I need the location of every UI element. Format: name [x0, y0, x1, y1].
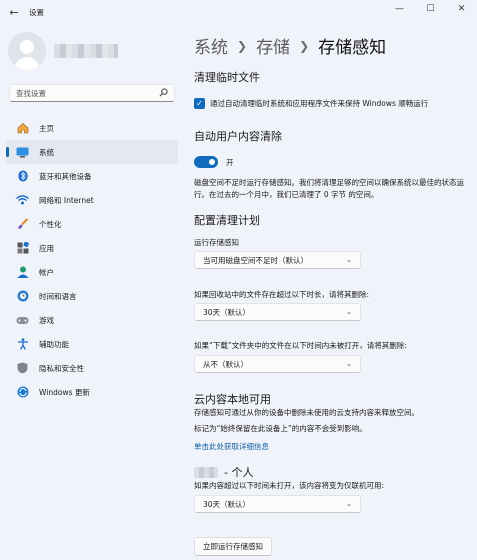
sidebar-item-privacy[interactable]: 隐私和安全性: [6, 356, 178, 380]
sidebar-item-windows-update[interactable]: Windows 更新: [6, 380, 178, 404]
sidebar-item-label: 个性化: [39, 219, 62, 229]
run-storage-sense-dropdown[interactable]: 当可用磁盘空间不足时（默认） ⌄: [194, 251, 361, 269]
accessibility-icon: [16, 338, 29, 351]
chevron-right-icon: ❯: [299, 38, 310, 53]
sidebar-item-accessibility[interactable]: 辅助功能: [6, 332, 178, 356]
back-button[interactable]: ←: [3, 2, 25, 22]
downloads-label: 如果“下载”文件夹中的文件在以下时间内未被打开，请将其删除:: [194, 341, 407, 350]
system-icon: [16, 146, 29, 159]
page-title: 存储感知: [318, 38, 387, 58]
sidebar-item-label: 系统: [39, 147, 54, 157]
home-icon: [16, 122, 29, 135]
dropdown-value: 从不（默认）: [203, 359, 248, 369]
app-title: 设置: [29, 7, 44, 17]
update-icon: [16, 386, 29, 399]
globe-clock-icon: [16, 290, 29, 303]
account-icon: [16, 266, 29, 279]
sidebar-item-label: 网络和 Internet: [39, 195, 94, 205]
shield-icon: [16, 362, 29, 375]
auto-cleanup-description: 磁盘空间不足时运行存储感知。我们将清理足够的空间以确保系统以最佳的状态运行。在过…: [194, 178, 464, 199]
temp-files-checkbox-row[interactable]: ✓ 通过自动清理临时系统和应用程序文件来保持 Windows 顺畅运行: [194, 98, 428, 109]
auto-cleanup-toggle[interactable]: [194, 156, 218, 168]
sidebar-item-label: 游戏: [39, 315, 54, 325]
main-content: 系统 ❯ 存储 ❯ 存储感知 清理临时文件 ✓ 通过自动清理临时系统和应用程序文…: [194, 0, 477, 560]
sidebar-item-home[interactable]: 主页: [6, 116, 178, 140]
sidebar-nav: 主页 系统 蓝牙和其他设备 网络和 Internet 个性化 应用 帐户 时间和…: [6, 116, 178, 404]
recycle-bin-label: 如果回收站中的文件存在超过以下时长，请将其删除:: [194, 290, 370, 299]
toggle-state-label: 开: [226, 157, 234, 167]
sidebar-item-label: 主页: [39, 123, 54, 133]
downloads-dropdown[interactable]: 从不（默认） ⌄: [194, 355, 361, 373]
sidebar-item-apps[interactable]: 应用: [6, 236, 178, 260]
auto-cleanup-toggle-row[interactable]: 开: [194, 156, 234, 168]
sidebar-item-label: 帐户: [39, 267, 54, 277]
sidebar-item-label: 辅助功能: [39, 339, 69, 349]
sidebar-item-bluetooth[interactable]: 蓝牙和其他设备: [6, 164, 178, 188]
sidebar-item-system[interactable]: 系统: [6, 140, 178, 164]
avatar: [8, 32, 46, 70]
temp-files-checkbox-label: 通过自动清理临时系统和应用程序文件来保持 Windows 顺畅运行: [210, 99, 429, 108]
chevron-down-icon: ⌄: [346, 500, 352, 508]
sidebar-item-label: 应用: [39, 243, 54, 253]
settings-search[interactable]: [9, 84, 175, 102]
auto-cleanup-heading: 自动用户内容清除: [194, 130, 282, 143]
gamepad-icon: [16, 314, 29, 327]
user-profile[interactable]: [8, 32, 118, 70]
temp-files-heading: 清理临时文件: [194, 71, 260, 84]
sidebar-item-network[interactable]: 网络和 Internet: [6, 188, 178, 212]
sidebar-item-accounts[interactable]: 帐户: [6, 260, 178, 284]
sidebar-item-personalization[interactable]: 个性化: [6, 212, 178, 236]
chevron-right-icon: ❯: [237, 38, 248, 53]
breadcrumb: 系统 ❯ 存储 ❯ 存储感知: [194, 33, 386, 58]
search-input[interactable]: [16, 88, 159, 98]
dropdown-value: 30天（默认）: [203, 307, 251, 317]
sidebar-item-label: 时间和语言: [39, 291, 77, 301]
run-storage-sense-label: 运行存储感知: [194, 238, 239, 247]
bluetooth-icon: [16, 170, 29, 183]
run-now-button[interactable]: 立即运行存储感知: [194, 537, 272, 556]
breadcrumb-system[interactable]: 系统: [194, 33, 228, 58]
back-arrow-icon: ←: [9, 5, 19, 19]
sidebar-item-label: 蓝牙和其他设备: [39, 171, 92, 181]
apps-icon: [16, 242, 29, 255]
chevron-down-icon: ⌄: [346, 360, 352, 368]
sidebar-item-time-language[interactable]: 时间和语言: [6, 284, 178, 308]
cloud-content-heading: 云内容本地可用: [194, 393, 271, 406]
schedule-heading: 配置清理计划: [194, 214, 260, 227]
temp-files-checkbox[interactable]: ✓: [194, 98, 205, 109]
cloud-account-suffix: - 个人: [224, 466, 254, 479]
cloud-account-heading: - 个人: [194, 464, 253, 480]
cloud-content-note: 标记为“始终保留在此设备上”的内容不会受到影响。: [194, 424, 367, 433]
cloud-account-dropdown[interactable]: 30天（默认） ⌄: [194, 495, 361, 513]
recycle-bin-dropdown[interactable]: 30天（默认） ⌄: [194, 303, 361, 321]
search-icon[interactable]: [159, 87, 168, 99]
brush-icon: [16, 218, 29, 231]
learn-more-link[interactable]: 单击此处获取详细信息: [194, 441, 269, 452]
blurred-user-name: [54, 44, 118, 58]
wifi-icon: [16, 194, 29, 207]
breadcrumb-storage[interactable]: 存储: [256, 33, 290, 58]
blurred-account-name: [194, 466, 218, 478]
dropdown-value: 当可用磁盘空间不足时（默认）: [203, 255, 308, 265]
chevron-down-icon: ⌄: [346, 308, 352, 316]
sidebar-item-label: 隐私和安全性: [39, 363, 84, 373]
cloud-account-label: 如果内容超过以下时间未打开，该内容将变为仅联机可用:: [194, 481, 385, 490]
cloud-content-description: 存储感知可通过从你的设备中删除未使用的云支持内容来释放空间。: [194, 408, 419, 417]
dropdown-value: 30天（默认）: [203, 499, 251, 509]
sidebar-item-label: Windows 更新: [39, 387, 90, 397]
sidebar-item-gaming[interactable]: 游戏: [6, 308, 178, 332]
chevron-down-icon: ⌄: [346, 256, 352, 264]
